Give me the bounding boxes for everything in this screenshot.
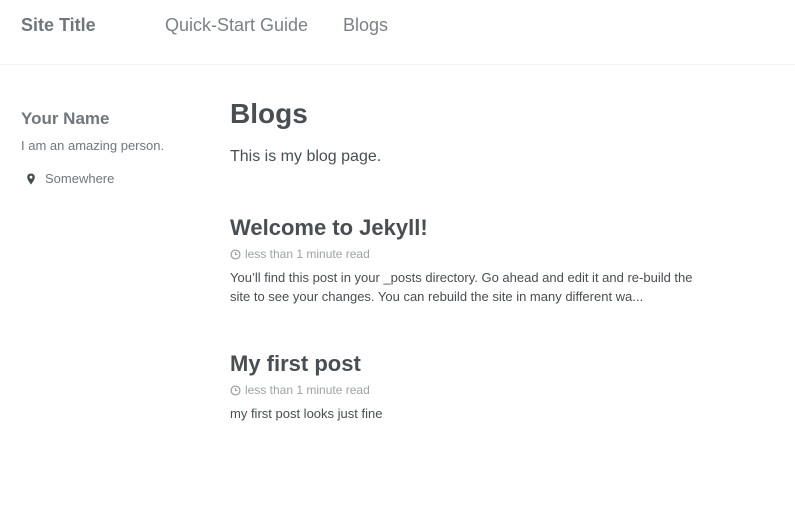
nav-link-quick-start-guide[interactable]: Quick-Start Guide <box>165 14 308 36</box>
post-title-link[interactable]: My first post <box>230 350 700 378</box>
page-title: Blogs <box>230 98 308 129</box>
nav-link-blogs[interactable]: Blogs <box>343 14 388 36</box>
author-name: Your Name <box>21 109 110 128</box>
post-meta: less than 1 minute read <box>230 382 700 398</box>
map-marker-icon <box>27 173 35 185</box>
post-title-link[interactable]: Welcome to Jekyll! <box>230 214 700 242</box>
post-excerpt: You’ll find this post in your _posts dir… <box>230 270 693 304</box>
page-intro: This is my blog page. <box>230 148 382 165</box>
post-meta: less than 1 minute read <box>230 246 700 262</box>
masthead: Site Title Quick-Start Guide Blogs <box>0 0 795 65</box>
author-sidebar: Your Name I am an amazing person. Somewh… <box>21 108 201 187</box>
author-location: Somewhere <box>21 171 201 187</box>
post-read-time: less than 1 minute read <box>245 247 370 261</box>
post-item: My first post less than 1 minute read my… <box>230 350 700 423</box>
clock-icon <box>230 248 241 260</box>
post-read-time: less than 1 minute read <box>245 383 370 397</box>
author-location-text: Somewhere <box>45 171 115 186</box>
clock-icon <box>230 384 241 396</box>
post-item: Welcome to Jekyll! less than 1 minute re… <box>230 214 700 306</box>
post-excerpt: my first post looks just fine <box>230 406 383 421</box>
author-bio: I am an amazing person. <box>21 138 165 153</box>
main-content: Blogs This is my blog page. Welcome to J… <box>230 97 700 421</box>
site-title-link[interactable]: Site Title <box>21 14 96 36</box>
